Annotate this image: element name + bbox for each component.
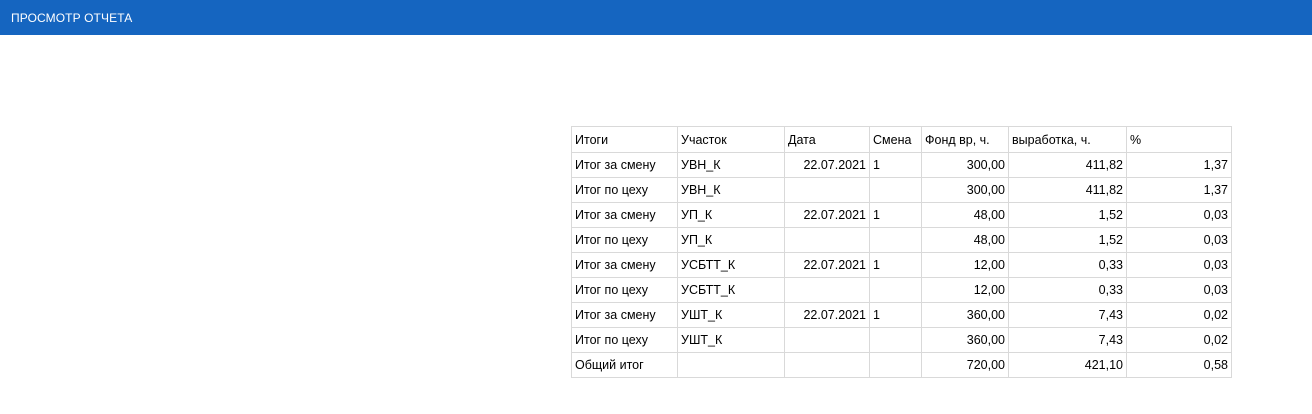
report-table: Итоги Участок Дата Смена Фонд вр, ч. выр… [571,126,1232,378]
fond-cell: 720,00 [921,352,1009,378]
data-cell [784,227,870,253]
fond-cell: 300,00 [921,152,1009,178]
smena-cell [869,327,922,353]
data-cell: 22.07.2021 [784,202,870,228]
fond-cell: 12,00 [921,277,1009,303]
itogi-cell: Итог по цеху [571,177,678,203]
percent-cell: 0,03 [1126,252,1232,278]
vyrabotka-cell: 0,33 [1008,252,1127,278]
fond-cell: 300,00 [921,177,1009,203]
column-header-uchastok: Участок [677,126,785,153]
smena-cell [869,177,922,203]
data-cell: 22.07.2021 [784,302,870,328]
vyrabotka-cell: 411,82 [1008,152,1127,178]
itogi-cell: Итог за смену [571,302,678,328]
uchastok-cell: УШТ_К [677,302,785,328]
percent-cell: 0,58 [1126,352,1232,378]
table-row: Итог по цеху УП_К 48,00 1,52 0,03 [571,227,1232,253]
smena-cell: 1 [869,252,922,278]
vyrabotka-cell: 1,52 [1008,202,1127,228]
table-row: Итог за смену УП_К 22.07.2021 1 48,00 1,52 0,0… [571,202,1232,228]
report-viewer: Итоги Участок Дата Смена Фонд вр, ч. выр… [571,126,1232,378]
table-row: Итог за смену УВН_К 22.07.2021 1 300,00 411,8… [571,152,1232,178]
itogi-cell: Итог за смену [571,202,678,228]
table-row: Итог по цеху УШТ_К 360,00 7,43 0,02 [571,327,1232,353]
column-header-fond: Фонд вр, ч. [921,126,1009,153]
vyrabotka-cell: 411,82 [1008,177,1127,203]
percent-cell: 0,03 [1126,277,1232,303]
percent-cell: 1,37 [1126,152,1232,178]
uchastok-cell: УП_К [677,227,785,253]
header-bar: ПРОСМОТР ОТЧЕТА [0,0,1312,35]
smena-cell: 1 [869,202,922,228]
uchastok-cell: УВН_К [677,177,785,203]
table-row: Итог за смену УШТ_К 22.07.2021 1 360,00 7,43 0… [571,302,1232,328]
vyrabotka-cell: 0,33 [1008,277,1127,303]
fond-cell: 360,00 [921,327,1009,353]
column-header-percent: % [1126,126,1232,153]
itogi-cell: Итог за смену [571,152,678,178]
fond-cell: 12,00 [921,252,1009,278]
data-cell: 22.07.2021 [784,152,870,178]
itogi-cell: Итог по цеху [571,227,678,253]
uchastok-cell: УП_К [677,202,785,228]
fond-cell: 360,00 [921,302,1009,328]
column-header-smena: Смена [869,126,922,153]
vyrabotka-cell: 7,43 [1008,327,1127,353]
smena-cell: 1 [869,302,922,328]
uchastok-cell: УСБТТ_К [677,252,785,278]
percent-cell: 0,03 [1126,202,1232,228]
percent-cell: 0,02 [1126,327,1232,353]
table-header-row: Итоги Участок Дата Смена Фонд вр, ч. выр… [571,126,1232,153]
data-cell [784,327,870,353]
itogi-cell: Общий итог [571,352,678,378]
itogi-cell: Итог за смену [571,252,678,278]
uchastok-cell: УСБТТ_К [677,277,785,303]
percent-cell: 0,03 [1126,227,1232,253]
vyrabotka-cell: 421,10 [1008,352,1127,378]
fond-cell: 48,00 [921,227,1009,253]
uchastok-cell: УВН_К [677,152,785,178]
data-cell: 22.07.2021 [784,252,870,278]
uchastok-cell [677,352,785,378]
data-cell [784,277,870,303]
percent-cell: 1,37 [1126,177,1232,203]
table-row: Общий итог 720,00 421,10 0,58 [571,352,1232,378]
smena-cell [869,352,922,378]
table-row: Итог за смену УСБТТ_К 22.07.2021 1 12,00 0,33… [571,252,1232,278]
table-row: Итог по цеху УВН_К 300,00 411,82 1,37 [571,177,1232,203]
smena-cell [869,277,922,303]
percent-cell: 0,02 [1126,302,1232,328]
column-header-itogi: Итоги [571,126,678,153]
page-title: ПРОСМОТР ОТЧЕТА [11,10,133,25]
itogi-cell: Итог по цеху [571,277,678,303]
column-header-data: Дата [784,126,870,153]
column-header-vyrabotka: выработка, ч. [1008,126,1127,153]
table-row: Итог по цеху УСБТТ_К 12,00 0,33 0,03 [571,277,1232,303]
smena-cell: 1 [869,152,922,178]
uchastok-cell: УШТ_К [677,327,785,353]
data-cell [784,177,870,203]
vyrabotka-cell: 7,43 [1008,302,1127,328]
itogi-cell: Итог по цеху [571,327,678,353]
fond-cell: 48,00 [921,202,1009,228]
vyrabotka-cell: 1,52 [1008,227,1127,253]
smena-cell [869,227,922,253]
data-cell [784,352,870,378]
